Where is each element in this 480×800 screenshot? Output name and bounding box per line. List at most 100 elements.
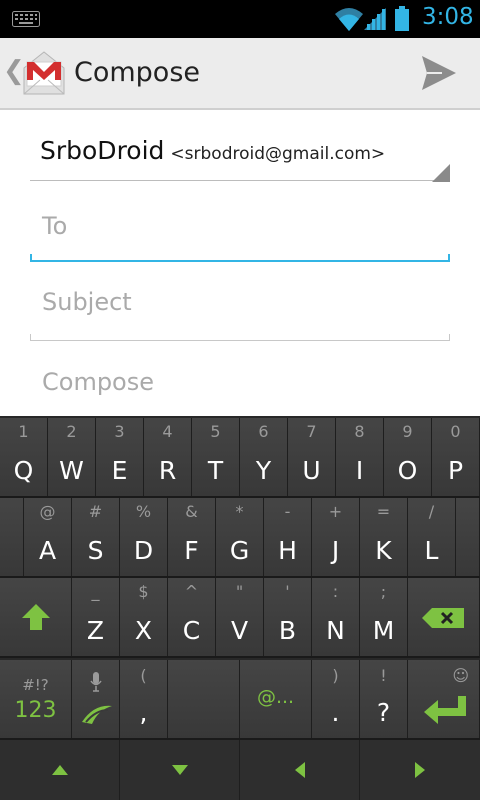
page-title: Compose (74, 57, 201, 88)
action-bar: ❮ Compose (0, 38, 480, 110)
key-label: K (375, 536, 392, 565)
key-d[interactable]: % D (120, 498, 168, 576)
key-label: L (424, 536, 439, 565)
nav-down-key[interactable] (120, 740, 240, 800)
key-row2-left-pad (0, 498, 24, 576)
from-name: SrboDroid (40, 136, 165, 165)
key-f[interactable]: & F (168, 498, 216, 576)
key-c[interactable]: ^ C (168, 578, 216, 656)
key-label: F (184, 536, 199, 565)
subject-underline-tick-left (30, 334, 31, 341)
status-bar: 3:08 (0, 0, 480, 38)
gmail-icon[interactable] (22, 50, 66, 100)
swype-logo-icon (82, 705, 112, 724)
key-t[interactable]: 5T (192, 418, 240, 496)
arrow-right-icon (415, 762, 425, 778)
swype-key[interactable] (72, 660, 120, 740)
key-hint: ☺ (452, 666, 469, 685)
key-o[interactable]: 9O (384, 418, 432, 496)
key-k[interactable]: = K (360, 498, 408, 576)
shift-arrow-icon (22, 604, 50, 630)
key-n[interactable]: :N (312, 578, 360, 656)
key-label: O (397, 456, 418, 485)
subject-input[interactable]: Subject (42, 288, 132, 316)
from-account-spinner[interactable]: SrboDroid <srbodroid@gmail.com> (40, 136, 385, 165)
key-label: X (134, 616, 153, 645)
backspace-icon (422, 608, 464, 628)
space-key[interactable] (168, 660, 240, 740)
key-label: M (372, 616, 395, 645)
nav-right-key[interactable] (360, 740, 480, 800)
key-i[interactable]: 8I (336, 418, 384, 496)
key-u[interactable]: 7U (288, 418, 336, 496)
key-g[interactable]: * G (216, 498, 264, 576)
key-hint: ' (285, 582, 290, 601)
at-key[interactable]: @... (240, 660, 312, 740)
key-label: C (182, 616, 201, 645)
key-e[interactable]: 3E (96, 418, 144, 496)
keyboard-row-divider (0, 576, 480, 578)
to-input[interactable]: To (42, 212, 67, 240)
key-hint: #!? (22, 676, 49, 694)
key-label: H (278, 536, 297, 565)
key-label: @... (256, 686, 295, 708)
key-v[interactable]: " V (216, 578, 264, 656)
key-label: I (355, 456, 364, 485)
nav-left-key[interactable] (240, 740, 360, 800)
key-hint: % (135, 502, 152, 521)
key-hint: + (328, 502, 343, 521)
comma-key[interactable]: (, (120, 660, 168, 740)
key-hint: " (235, 582, 244, 601)
symbols-key[interactable]: #!? 123 (0, 660, 72, 740)
arrow-down-icon (171, 765, 188, 775)
key-label: 123 (14, 698, 57, 723)
key-row2-right-pad (456, 498, 480, 576)
key-hint: = (376, 502, 391, 521)
key-hint: 8 (354, 422, 365, 441)
send-icon[interactable] (420, 54, 458, 96)
key-r[interactable]: 4R (144, 418, 192, 496)
key-l[interactable]: / L (408, 498, 456, 576)
keyboard-row-divider (0, 496, 480, 498)
key-x[interactable]: $ X (120, 578, 168, 656)
status-time: 3:08 (422, 4, 474, 30)
key-hint: * (235, 502, 244, 521)
microphone-icon (90, 672, 102, 692)
key-hint: ) (332, 666, 339, 685)
key-hint: : (332, 582, 339, 601)
key-b[interactable]: ' B (264, 578, 312, 656)
key-hint: 7 (306, 422, 317, 441)
key-hint: - (284, 502, 291, 521)
shift-key[interactable] (0, 578, 72, 656)
enter-key[interactable]: ☺ (408, 660, 480, 740)
nav-up-key[interactable] (0, 740, 120, 800)
key-hint: 5 (210, 422, 221, 441)
key-p[interactable]: 0P (432, 418, 480, 496)
key-hint: 3 (114, 422, 125, 441)
delete-key[interactable] (408, 578, 480, 656)
subject-input-underline (30, 340, 450, 341)
key-z[interactable]: _ Z (72, 578, 120, 656)
key-y[interactable]: 6Y (240, 418, 288, 496)
key-label: B (278, 616, 297, 645)
key-hint: ( (140, 666, 147, 685)
key-m[interactable]: ; M (360, 578, 408, 656)
key-w[interactable]: 2W (48, 418, 96, 496)
compose-form: SrboDroid <srbodroid@gmail.com> To Subjec… (0, 110, 480, 416)
key-hint: 2 (66, 422, 77, 441)
key-q[interactable]: 1Q (0, 418, 48, 496)
key-hint: 4 (162, 422, 173, 441)
key-label: U (302, 456, 321, 485)
key-a[interactable]: @ A (24, 498, 72, 576)
key-label: Y (255, 456, 272, 485)
key-hint: ! (380, 666, 387, 685)
key-s[interactable]: # S (72, 498, 120, 576)
key-hint: 1 (18, 422, 29, 441)
period-key[interactable]: ). (312, 660, 360, 740)
key-hint: & (185, 502, 198, 521)
question-key[interactable]: !? (360, 660, 408, 740)
to-underline-tick-left (30, 254, 32, 261)
compose-body-input[interactable]: Compose (42, 368, 154, 396)
key-j[interactable]: + J (312, 498, 360, 576)
key-h[interactable]: -H (264, 498, 312, 576)
